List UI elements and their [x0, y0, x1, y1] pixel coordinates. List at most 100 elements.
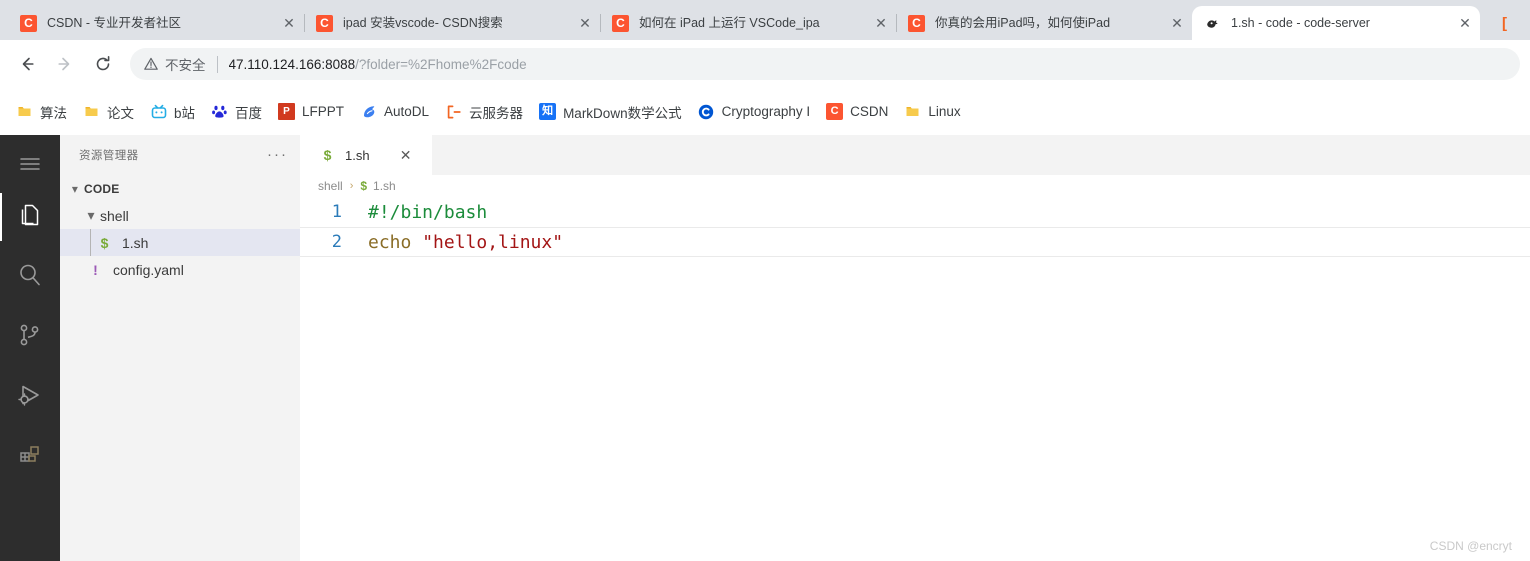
breadcrumb-folder[interactable]: shell	[318, 179, 343, 193]
activity-bar	[0, 135, 60, 561]
bookmark-yunfuwuqi[interactable]: 云服务器	[437, 98, 531, 126]
browser-tab-title: 如何在 iPad 上运行 VSCode_ipa	[639, 16, 820, 30]
explorer-title-bar: 资源管理器 ···	[60, 135, 300, 175]
hamburger-menu-icon[interactable]	[0, 141, 60, 187]
bookmark-label: Cryptography I	[721, 104, 811, 119]
warning-triangle-icon	[144, 57, 158, 71]
browser-tab-title: 1.sh - code - code-server	[1231, 16, 1370, 30]
bookmark-label: 算法	[40, 105, 67, 121]
browser-tab-title: ipad 安装vscode- CSDN搜索	[343, 16, 503, 30]
bookmark-markdown-formula[interactable]: 知 MarkDown数学公式	[531, 98, 690, 126]
shell-file-icon: $	[360, 179, 368, 193]
back-button[interactable]	[10, 47, 44, 81]
bookmark-baidu[interactable]: 百度	[203, 98, 270, 126]
powerpoint-icon: P	[278, 103, 296, 120]
sidebar-item-explorer[interactable]	[0, 187, 60, 247]
extensions-icon	[16, 441, 44, 474]
browser-tab-title: CSDN - 专业开发者社区	[47, 16, 182, 30]
browser-tab-2[interactable]: C ipad 安装vscode- CSDN搜索 ✕	[304, 6, 600, 40]
line-number: 1	[331, 202, 342, 222]
browser-chrome: C CSDN - 专业开发者社区 ✕ C ipad 安装vscode- CSDN…	[0, 0, 1530, 135]
bookmark-label: 论文	[107, 105, 134, 121]
sidebar-item-run-and-debug[interactable]	[0, 367, 60, 427]
bookmark-linux[interactable]: Linux	[896, 98, 968, 126]
folder-icon	[904, 103, 921, 120]
sidebar-item-search[interactable]	[0, 247, 60, 307]
browser-tab-5-active[interactable]: 1.sh - code - code-server ✕	[1192, 6, 1480, 40]
browser-tab-4[interactable]: C 你真的会用iPad吗，如何使iPad ✕	[896, 6, 1192, 40]
forward-button	[48, 47, 82, 81]
chevron-down-icon[interactable]: ▾	[66, 182, 84, 196]
bookmark-cryptography[interactable]: Cryptography I	[690, 98, 819, 126]
shell-file-icon: $	[100, 234, 109, 251]
csdn-icon: C	[612, 14, 629, 32]
bookmark-suanfa[interactable]: 算法	[8, 98, 75, 126]
code-token-string: "hello,linux"	[422, 231, 564, 253]
bookmark-autodl[interactable]: AutoDL	[352, 98, 437, 126]
coursera-icon	[698, 103, 715, 120]
line-number: 2	[331, 232, 342, 252]
tree-item-label: shell	[100, 207, 129, 224]
security-label: 不安全	[165, 58, 206, 73]
security-status[interactable]: 不安全	[144, 54, 206, 74]
browser-tab-1[interactable]: C CSDN - 专业开发者社区 ✕	[8, 6, 304, 40]
bookmark-label: 云服务器	[469, 105, 524, 121]
close-icon[interactable]: ✕	[278, 12, 300, 34]
bookmark-label: 百度	[235, 105, 263, 121]
csdn-icon: C	[20, 14, 37, 32]
bookmark-label: LFPPT	[302, 104, 345, 119]
close-icon[interactable]: ✕	[1454, 12, 1476, 34]
url-text: 47.110.124.166:8088/?folder=%2Fhome%2Fco…	[229, 57, 527, 72]
sidebar-item-source-control[interactable]	[0, 307, 60, 367]
reload-button[interactable]	[86, 47, 120, 81]
more-actions-icon[interactable]: ···	[267, 147, 288, 162]
bookmarks-bar: 算法 论文 b站 百度 P LFPPT AutoDL 云服务器 知 MarkDo…	[0, 88, 1530, 135]
csdn-icon: C	[316, 14, 333, 32]
code-line-2[interactable]: 2 echo "hello,linux"	[300, 227, 1530, 257]
bookmark-label: b站	[174, 105, 196, 121]
code-line-1[interactable]: 1 #!/bin/bash	[300, 197, 1530, 227]
code-server-app: 资源管理器 ··· ▾ CODE ▾ shell $ 1.sh ! config…	[0, 135, 1530, 561]
browser-tab-overflow-partial[interactable]: [	[1484, 6, 1530, 40]
close-icon[interactable]: ✕	[574, 12, 596, 34]
tree-item-configyaml[interactable]: ! config.yaml	[60, 256, 300, 283]
autodl-icon	[360, 103, 377, 120]
bookmark-csdn[interactable]: C CSDN	[818, 98, 896, 126]
tree-item-code-root[interactable]: ▾ CODE	[60, 175, 300, 202]
tree-item-label: config.yaml	[113, 261, 184, 278]
bookmark-label: CSDN	[850, 104, 889, 119]
code-editor[interactable]: 1 #!/bin/bash 2 echo "hello,linux" CSDN …	[300, 197, 1530, 561]
shell-file-icon: $	[323, 147, 332, 163]
bookmark-bilibili[interactable]: b站	[142, 98, 203, 126]
explorer-title: 资源管理器	[79, 150, 139, 162]
code-server-icon	[1204, 15, 1221, 32]
editor-tab-label: 1.sh	[345, 147, 370, 163]
editor-tab-1sh[interactable]: $ 1.sh ✕	[300, 135, 432, 175]
indent-guide	[90, 229, 91, 256]
csdn-icon: C	[826, 103, 844, 120]
chevron-right-icon: ›	[349, 180, 354, 192]
close-icon[interactable]: ✕	[1166, 12, 1188, 34]
explorer-sidebar: 资源管理器 ··· ▾ CODE ▾ shell $ 1.sh ! config…	[60, 135, 300, 561]
address-bar[interactable]: 不安全 47.110.124.166:8088/?folder=%2Fhome%…	[130, 48, 1520, 80]
browser-tabstrip: C CSDN - 专业开发者社区 ✕ C ipad 安装vscode- CSDN…	[0, 0, 1530, 40]
code-token-echo: echo	[368, 231, 423, 253]
bookmark-lunwen[interactable]: 论文	[75, 98, 142, 126]
tree-item-1sh[interactable]: $ 1.sh	[60, 229, 300, 256]
close-icon[interactable]: ✕	[870, 12, 892, 34]
tree-item-shell-folder[interactable]: ▾ shell	[60, 202, 300, 229]
bookmark-lfppt[interactable]: P LFPPT	[270, 98, 352, 126]
bracket-icon	[445, 103, 462, 120]
omnibox-divider	[216, 55, 218, 73]
browser-toolbar: 不安全 47.110.124.166:8088/?folder=%2Fhome%…	[0, 40, 1530, 88]
sidebar-item-extensions[interactable]	[0, 427, 60, 487]
baidu-icon	[211, 103, 228, 120]
breadcrumb: shell › $ 1.sh	[300, 175, 1530, 197]
close-icon[interactable]: ✕	[396, 147, 416, 164]
browser-tab-3[interactable]: C 如何在 iPad 上运行 VSCode_ipa ✕	[600, 6, 896, 40]
bookmark-label: Linux	[928, 104, 961, 119]
chevron-down-icon[interactable]: ▾	[82, 207, 100, 224]
breadcrumb-file[interactable]: 1.sh	[373, 179, 396, 193]
bilibili-icon	[150, 103, 167, 120]
bookmark-label: MarkDown数学公式	[563, 105, 682, 121]
